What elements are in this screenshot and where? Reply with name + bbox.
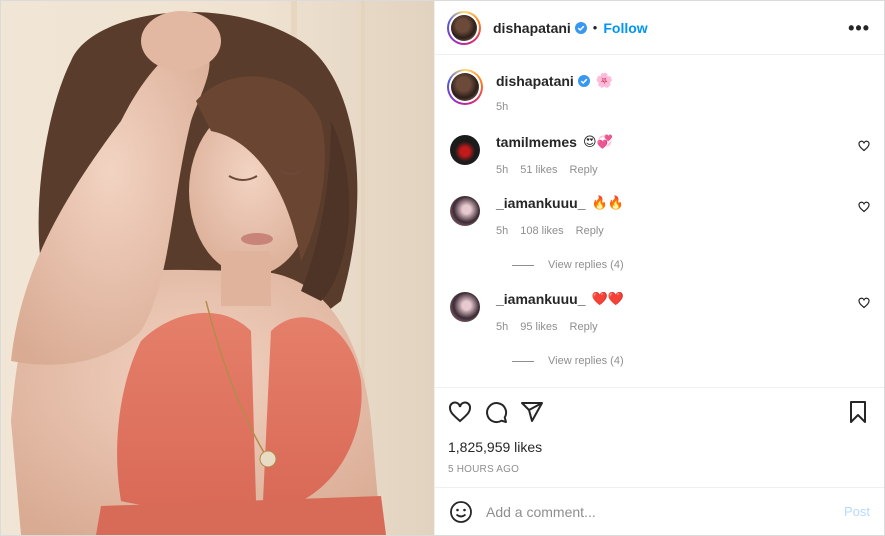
like-comment-heart-icon[interactable] — [858, 201, 870, 213]
post-timestamp: 5 HOURS AGO — [448, 464, 520, 475]
comment-input[interactable]: Add a comment... — [486, 504, 844, 520]
verified-badge-icon — [574, 21, 587, 34]
emoji-icon[interactable] — [449, 500, 473, 524]
comment-likes[interactable]: 108 likes — [520, 225, 563, 237]
caption-time: 5h — [496, 101, 509, 113]
post-image — [1, 1, 434, 535]
verified-badge-icon — [577, 74, 590, 87]
caption-username[interactable]: dishapatani — [496, 73, 574, 89]
commenter-avatar[interactable] — [450, 292, 480, 322]
author-username[interactable]: dishapatani — [493, 20, 571, 36]
caption: dishapatani 🌸 5h — [447, 69, 884, 113]
commenter-avatar[interactable] — [450, 196, 480, 226]
reply-button[interactable]: Reply — [570, 321, 598, 333]
follow-button[interactable]: Follow — [603, 20, 647, 36]
add-comment-bar: Add a comment... Post — [435, 487, 884, 535]
post-dialog: dishapatani • Follow ••• dishapatani 🌸 5… — [0, 0, 885, 536]
comment-text: 😍💞 — [582, 134, 613, 149]
post-photo[interactable] — [1, 1, 434, 535]
author-avatar[interactable] — [447, 10, 481, 45]
separator-dot: • — [592, 20, 598, 35]
share-send-icon[interactable] — [520, 400, 544, 424]
like-comment-heart-icon[interactable] — [858, 140, 870, 152]
comment-bubble-icon[interactable] — [484, 400, 508, 424]
comment-time: 5h — [496, 225, 509, 237]
like-comment-heart-icon[interactable] — [858, 297, 870, 309]
like-heart-icon[interactable] — [448, 400, 472, 424]
comment-time: 5h — [496, 321, 509, 333]
comment-text: 🔥🔥 — [591, 195, 624, 210]
comment-item: _iamankuuu_ ❤️❤️ 5h 95 likes Reply — [447, 291, 884, 333]
more-options-icon[interactable]: ••• — [848, 18, 870, 39]
view-replies-label[interactable]: View replies (4) — [548, 355, 624, 367]
reply-button[interactable]: Reply — [570, 164, 598, 176]
caption-avatar[interactable] — [447, 69, 483, 105]
commenter-avatar[interactable] — [450, 135, 480, 165]
bookmark-save-icon[interactable] — [846, 400, 870, 424]
post-sidebar: dishapatani • Follow ••• dishapatani 🌸 5… — [434, 1, 884, 535]
caption-text: 🌸 — [595, 72, 614, 88]
post-header: dishapatani • Follow ••• — [435, 1, 884, 55]
replies-divider-line — [512, 360, 534, 362]
view-replies-button[interactable]: View replies (4) — [512, 259, 884, 271]
comment-item: tamilmemes 😍💞 5h 51 likes Reply — [447, 134, 884, 176]
view-replies-button[interactable]: View replies (4) — [512, 355, 884, 367]
replies-divider-line — [512, 264, 534, 266]
comment-item: _iamankuuu_ 🔥🔥 5h 108 likes Reply — [447, 195, 884, 237]
comment-likes[interactable]: 95 likes — [520, 321, 557, 333]
view-replies-label[interactable]: View replies (4) — [548, 259, 624, 271]
comment-text: ❤️❤️ — [591, 291, 624, 306]
comment-time: 5h — [496, 164, 509, 176]
comment-likes[interactable]: 51 likes — [520, 164, 557, 176]
likes-count[interactable]: 1,825,959 likes — [448, 439, 870, 455]
reply-button[interactable]: Reply — [576, 225, 604, 237]
comment-username[interactable]: _iamankuuu_ — [496, 195, 585, 211]
post-actions: 1,825,959 likes 5 HOURS AGO — [435, 387, 884, 487]
comments-list: dishapatani 🌸 5h tamilmemes 😍💞 5h 51 lik… — [435, 55, 884, 387]
comment-username[interactable]: _iamankuuu_ — [496, 291, 585, 307]
post-comment-button[interactable]: Post — [844, 504, 870, 519]
comment-username[interactable]: tamilmemes — [496, 134, 577, 150]
